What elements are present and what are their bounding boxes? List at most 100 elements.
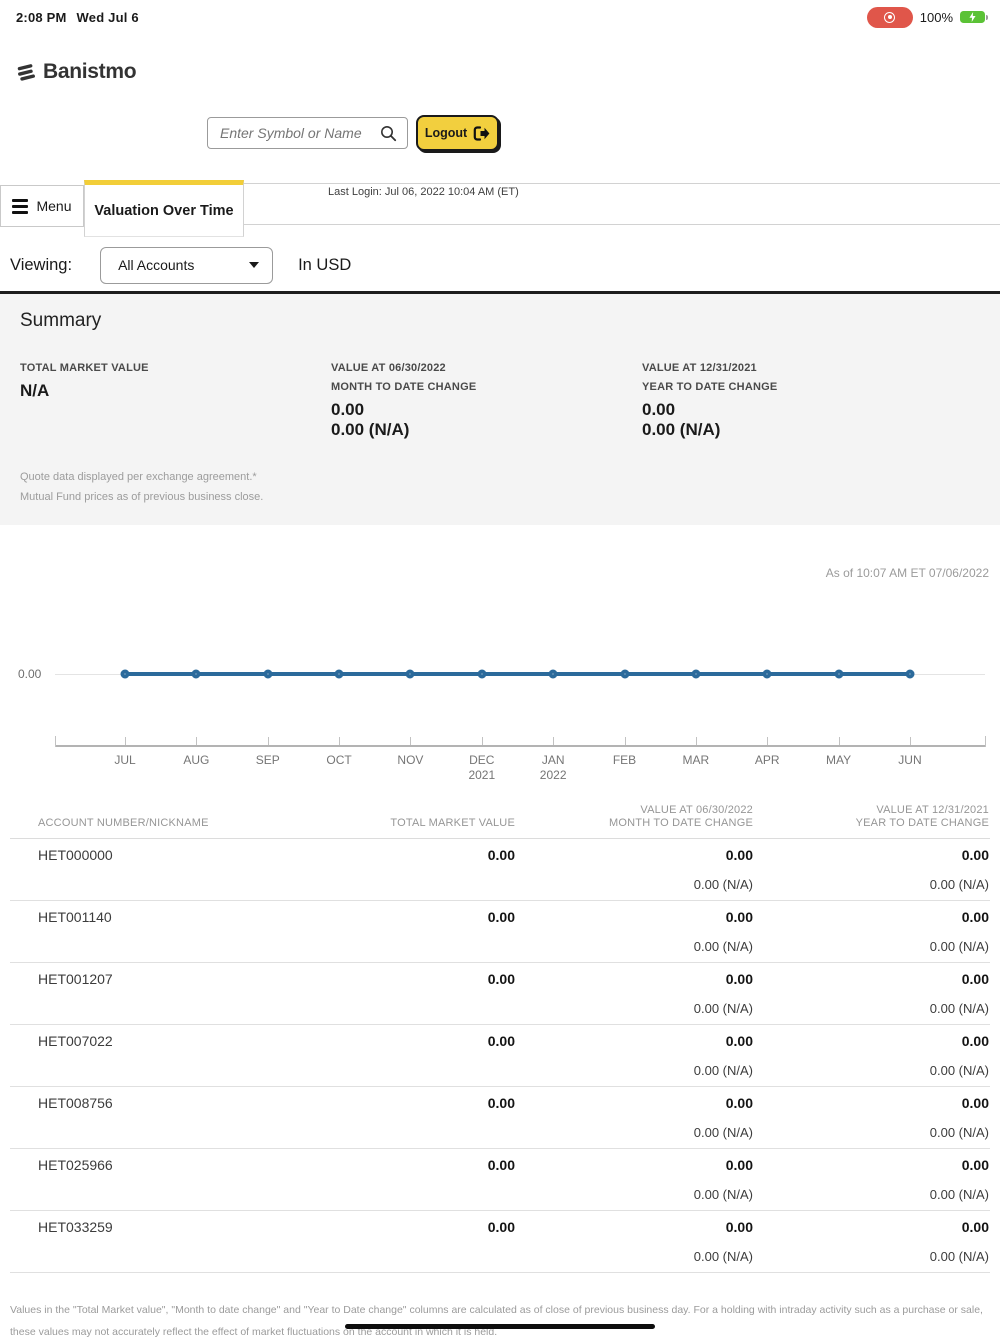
- mtd-change-pct-cell: 0.00 (N/A): [515, 876, 753, 893]
- ytd-change-pct: 0.00 (N/A): [642, 420, 980, 440]
- symbol-search[interactable]: [207, 117, 408, 149]
- total-market-value-cell: 0.00: [318, 908, 515, 927]
- mtd-change-pct-cell: 0.00 (N/A): [515, 1248, 753, 1265]
- viewing-label: Viewing:: [10, 256, 72, 275]
- mtd-change-pct-cell: 0.00 (N/A): [515, 938, 753, 955]
- account-filter-value: All Accounts: [118, 257, 194, 273]
- table-header: VALUE AT 06/30/2022 VALUE AT 12/31/2021 …: [10, 797, 990, 838]
- ytd-change-pct-cell: 0.00 (N/A): [753, 1124, 989, 1141]
- as-of-timestamp: As of 10:07 AM ET 07/06/2022: [0, 566, 989, 580]
- home-indicator[interactable]: [345, 1324, 655, 1329]
- total-market-value-label: TOTAL MARKET VALUE: [20, 359, 331, 378]
- mtd-change-cell: 0.00: [515, 970, 753, 989]
- battery-percent: 100%: [920, 10, 953, 25]
- axis-tick: [696, 737, 697, 745]
- data-point-jun[interactable]: [905, 670, 914, 679]
- ytd-change-cell: 0.00: [753, 1094, 989, 1113]
- table-row: HET0012070.000.000.000.00 (N/A)0.00 (N/A…: [10, 963, 990, 1025]
- data-point-apr[interactable]: [763, 670, 772, 679]
- mtd-change-cell: 0.00: [515, 846, 753, 865]
- axis-tick: [410, 737, 411, 745]
- mtd-change-pct-cell: 0.00 (N/A): [515, 1124, 753, 1141]
- data-point-feb[interactable]: [620, 670, 629, 679]
- mtd-change-label: MONTH TO DATE CHANGE: [331, 378, 642, 397]
- ytd-change-cell: 0.00: [753, 1156, 989, 1175]
- axis-tick: [482, 737, 483, 745]
- data-point-mar[interactable]: [691, 670, 700, 679]
- summary-section: Summary TOTAL MARKET VALUE N/A VALUE AT …: [0, 291, 1000, 525]
- account-number: HET001207: [38, 970, 318, 989]
- data-point-sep[interactable]: [263, 670, 272, 679]
- account-filter-dropdown[interactable]: All Accounts: [100, 247, 273, 284]
- search-icon[interactable]: [380, 125, 397, 142]
- controls-row: Viewing: All Accounts In USD: [0, 239, 1000, 291]
- axis-label-jul: JUL: [114, 753, 135, 768]
- table-row: HET0087560.000.000.000.00 (N/A)0.00 (N/A…: [10, 1087, 990, 1149]
- summary-title: Summary: [20, 310, 980, 332]
- table-disclaimer: Values in the "Total Market value", "Mon…: [10, 1299, 988, 1343]
- tab-bar: Menu Valuation Over Time Last Login: Jul…: [0, 180, 1000, 237]
- mtd-change-pct-cell: 0.00 (N/A): [515, 1000, 753, 1017]
- account-number: HET000000: [38, 846, 318, 865]
- search-input[interactable]: [208, 125, 380, 141]
- mtd-change-pct-cell: 0.00 (N/A): [515, 1062, 753, 1079]
- col-mtd-header: MONTH TO DATE CHANGE: [515, 817, 753, 829]
- value-at-0630-label: VALUE AT 06/30/2022: [331, 359, 642, 378]
- ytd-change-pct-cell: 0.00 (N/A): [753, 1000, 989, 1017]
- chevron-down-icon: [249, 262, 259, 268]
- hamburger-icon: [12, 199, 28, 214]
- ytd-change-value: 0.00: [642, 400, 980, 420]
- axis-tick: [625, 737, 626, 745]
- chart-plot: 0.00: [0, 614, 1000, 736]
- ytd-change-label: YEAR TO DATE CHANGE: [642, 378, 980, 397]
- ytd-group-header: VALUE AT 12/31/2021: [753, 804, 989, 816]
- data-point-aug[interactable]: [192, 670, 201, 679]
- menu-button[interactable]: Menu: [0, 185, 84, 227]
- mtd-change-cell: 0.00: [515, 908, 753, 927]
- total-market-value-cell: 0.00: [318, 1156, 515, 1175]
- last-login: Last Login: Jul 06, 2022 10:04 AM (ET): [244, 184, 1000, 198]
- tab-valuation-over-time[interactable]: Valuation Over Time: [84, 180, 244, 237]
- ytd-change-cell: 0.00: [753, 846, 989, 865]
- data-point-jan[interactable]: [549, 670, 558, 679]
- axis-label-oct: OCT: [326, 753, 351, 768]
- ytd-change-pct-cell: 0.00 (N/A): [753, 1248, 989, 1265]
- mtd-change-pct: 0.00 (N/A): [331, 420, 642, 440]
- axis-label-jan: JAN2022: [540, 753, 567, 783]
- data-point-oct[interactable]: [335, 670, 344, 679]
- total-market-value: N/A: [20, 381, 331, 401]
- login-strip: Last Login: Jul 06, 2022 10:04 AM (ET): [244, 183, 1000, 225]
- status-date: Wed Jul 6: [77, 10, 139, 25]
- ytd-change-pct-cell: 0.00 (N/A): [753, 1186, 989, 1203]
- currency-label: In USD: [298, 256, 351, 275]
- axis-label-mar: MAR: [683, 753, 710, 768]
- brand-logo: Banistmo: [14, 60, 136, 84]
- summary-mtd-change: VALUE AT 06/30/2022 MONTH TO DATE CHANGE…: [331, 359, 642, 440]
- mtd-change-cell: 0.00: [515, 1032, 753, 1051]
- axis-label-jun: JUN: [898, 753, 921, 768]
- axis-end-tick: [55, 736, 56, 747]
- table-row: HET0000000.000.000.000.00 (N/A)0.00 (N/A…: [10, 839, 990, 901]
- quote-footnote: Quote data displayed per exchange agreem…: [20, 467, 980, 487]
- screen-recording-indicator[interactable]: [867, 7, 913, 28]
- logout-button[interactable]: Logout: [416, 115, 499, 151]
- y-axis-tick-label: 0.00: [18, 667, 41, 681]
- total-market-value-cell: 0.00: [318, 1218, 515, 1237]
- ytd-change-pct-cell: 0.00 (N/A): [753, 938, 989, 955]
- data-point-jul[interactable]: [121, 670, 130, 679]
- clock: 2:08 PM: [16, 10, 67, 25]
- data-point-dec[interactable]: [477, 670, 486, 679]
- mtd-change-pct-cell: 0.00 (N/A): [515, 1186, 753, 1203]
- axis-tick: [339, 737, 340, 745]
- brand-name: Banistmo: [43, 60, 136, 84]
- summary-ytd-change: VALUE AT 12/31/2021 YEAR TO DATE CHANGE …: [642, 359, 980, 440]
- active-tab-label: Valuation Over Time: [94, 203, 233, 219]
- table-row: HET0011400.000.000.000.00 (N/A)0.00 (N/A…: [10, 901, 990, 963]
- battery-charging-icon: [960, 11, 988, 24]
- header: Banistmo Logout: [0, 28, 1000, 180]
- axis-label-sep: SEP: [256, 753, 280, 768]
- mtd-change-cell: 0.00: [515, 1094, 753, 1113]
- col-ytd-header: YEAR TO DATE CHANGE: [753, 817, 989, 829]
- data-point-nov[interactable]: [406, 670, 415, 679]
- data-point-may[interactable]: [834, 670, 843, 679]
